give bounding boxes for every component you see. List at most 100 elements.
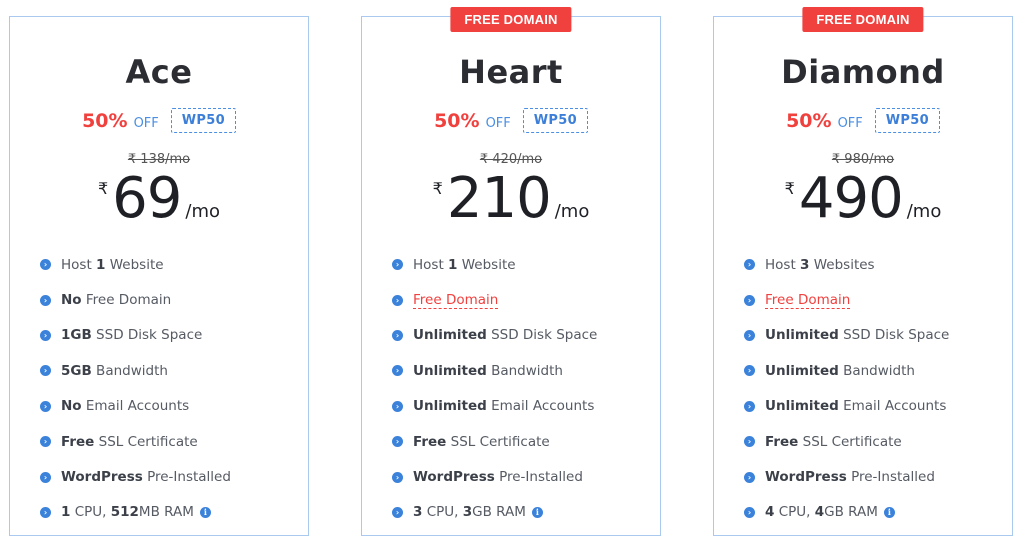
feature-item: › Free Domain <box>744 282 949 317</box>
chevron-circle-right-icon: › <box>40 259 51 271</box>
feature-highlight: WordPress <box>765 469 847 486</box>
pricing-card-ace: Ace 50% OFF WP50 ₹ 138/mo ₹69/mo › Host 1 Websi… <box>9 16 309 536</box>
feature-item: › 1 CPU, 512 MB RAM i <box>40 495 231 530</box>
feature-highlight: 3 <box>413 504 423 521</box>
price: ₹490/mo <box>714 165 1012 233</box>
feature-item: › Unlimited Bandwidth <box>744 353 949 388</box>
feature-text: SSD Disk Space <box>91 327 203 344</box>
feature-item: › Free Domain <box>392 282 597 317</box>
feature-item: › WordPress Pre-Installed <box>40 459 231 494</box>
price: ₹210/mo <box>362 165 660 233</box>
plan-name: Ace <box>125 53 193 91</box>
feature-highlight: 1 <box>61 504 71 521</box>
price-period: /mo <box>554 201 590 222</box>
feature-text: Pre-Installed <box>494 469 583 486</box>
feature-highlight: 1GB <box>61 327 92 344</box>
feature-text: SSD Disk Space <box>486 327 598 344</box>
feature-highlight: 3 <box>462 504 473 521</box>
price-period: /mo <box>906 201 942 222</box>
feature-item: › Unlimited SSD Disk Space <box>744 318 949 353</box>
feature-text: SSD Disk Space <box>838 327 950 344</box>
chevron-circle-right-icon: › <box>744 471 755 483</box>
feature-highlight: WordPress <box>413 469 495 486</box>
feature-text: Host <box>413 256 449 273</box>
feature-highlight: Free <box>413 433 447 450</box>
feature-text: Host <box>765 256 801 273</box>
coupon-code[interactable]: WP50 <box>874 108 940 133</box>
chevron-circle-right-icon: › <box>392 365 403 377</box>
feature-text: SSL Certificate <box>798 433 902 450</box>
info-circle-icon[interactable]: i <box>883 506 895 518</box>
feature-text: GB RAM <box>472 504 526 521</box>
feature-item: › 3 CPU, 3 GB RAM i <box>392 495 597 530</box>
feature-highlight: 4 <box>765 504 775 521</box>
discount-off-label: OFF <box>485 116 511 131</box>
pricing-card-diamond: FREE DOMAIN Diamond 50% OFF WP50 ₹ 980/mo ₹490… <box>713 7 1013 536</box>
feature-highlight: Unlimited <box>413 362 487 379</box>
feature-item: › Unlimited Email Accounts <box>744 389 949 424</box>
info-circle-icon[interactable]: i <box>531 506 543 518</box>
feature-text: SSL Certificate <box>446 433 550 450</box>
chevron-circle-right-icon: › <box>744 436 755 448</box>
feature-text: Free Domain <box>81 292 172 309</box>
feature-text: Pre-Installed <box>142 469 231 486</box>
chevron-circle-right-icon: › <box>392 259 403 271</box>
feature-item: › Free SSL Certificate <box>744 424 949 459</box>
free-domain-link[interactable]: Free Domain <box>765 292 851 309</box>
feature-highlight: 4 <box>814 504 825 521</box>
feature-text: Websites <box>809 256 875 273</box>
feature-item: › Host 3 Websites <box>744 247 949 282</box>
info-circle-icon[interactable]: i <box>199 506 211 518</box>
chevron-circle-right-icon: › <box>744 294 755 306</box>
chevron-circle-right-icon: › <box>744 400 755 412</box>
discount-row: 50% OFF WP50 <box>10 108 308 133</box>
currency-symbol: ₹ <box>97 179 109 198</box>
feature-item: › Unlimited Email Accounts <box>392 389 597 424</box>
feature-text: CPU, <box>70 504 111 521</box>
feature-highlight: Free <box>765 433 799 450</box>
feature-text: Bandwidth <box>91 362 168 379</box>
feature-highlight: 1 <box>448 256 458 273</box>
chevron-circle-right-icon: › <box>40 294 51 306</box>
discount-row: 50% OFF WP50 <box>714 108 1012 133</box>
feature-text: Website <box>457 256 516 273</box>
feature-text: Pre-Installed <box>846 469 935 486</box>
coupon-code[interactable]: WP50 <box>522 108 588 133</box>
chevron-circle-right-icon: › <box>40 471 51 483</box>
feature-item: › Free SSL Certificate <box>392 424 597 459</box>
chevron-circle-right-icon: › <box>40 400 51 412</box>
price-amount: 69 <box>112 166 182 231</box>
feature-text: CPU, <box>774 504 815 521</box>
feature-item: › No Email Accounts <box>40 389 231 424</box>
feature-item: › 1GB SSD Disk Space <box>40 318 231 353</box>
coupon-code[interactable]: WP50 <box>170 108 236 133</box>
currency-symbol: ₹ <box>432 179 443 198</box>
plan-name: Diamond <box>781 53 945 91</box>
feature-text: Email Accounts <box>486 398 595 415</box>
feature-item: › Host 1 Website <box>40 247 231 282</box>
feature-item: › 5GB Bandwidth <box>40 353 231 388</box>
feature-list: › Host 1 Website › No Free Domain › 1GB SSD D… <box>40 247 231 530</box>
feature-item: › Free SSL Certificate <box>40 424 231 459</box>
chevron-circle-right-icon: › <box>744 506 755 518</box>
feature-item: › Unlimited SSD Disk Space <box>392 318 597 353</box>
chevron-circle-right-icon: › <box>392 294 403 306</box>
discount-off-label: OFF <box>133 116 159 131</box>
discount-row: 50% OFF WP50 <box>362 108 660 133</box>
discount-percent: 50% <box>786 109 832 132</box>
price-period: /mo <box>185 201 221 222</box>
feature-text: Email Accounts <box>81 398 190 415</box>
free-domain-link[interactable]: Free Domain <box>413 292 499 309</box>
feature-item: › No Free Domain <box>40 282 231 317</box>
feature-highlight: Unlimited <box>413 398 487 415</box>
feature-item: › WordPress Pre-Installed <box>744 459 949 494</box>
feature-highlight: 3 <box>800 256 810 273</box>
price-amount: 210 <box>446 166 552 231</box>
chevron-circle-right-icon: › <box>392 329 403 341</box>
chevron-circle-right-icon: › <box>744 365 755 377</box>
currency-symbol: ₹ <box>784 179 795 198</box>
feature-highlight: WordPress <box>61 469 143 486</box>
chevron-circle-right-icon: › <box>40 436 51 448</box>
feature-highlight: Unlimited <box>413 327 487 344</box>
feature-text: CPU, <box>422 504 463 521</box>
